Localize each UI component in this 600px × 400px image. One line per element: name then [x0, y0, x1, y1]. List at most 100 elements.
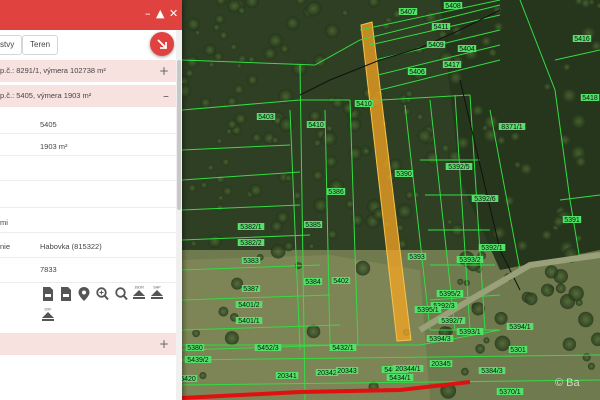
- tree-crown: [185, 55, 199, 69]
- parcel-section-8291-1[interactable]: p.č.: 8291/1, výmera 102738 m² +: [0, 60, 176, 82]
- tree-crown: [249, 183, 263, 197]
- parcel-number-label[interactable]: 5410: [356, 101, 372, 108]
- parcel-number-label[interactable]: 5387: [243, 286, 259, 293]
- parcel-number-label[interactable]: 5402: [333, 278, 349, 285]
- tree-crown: [587, 362, 596, 370]
- parcel-number-label[interactable]: 20343: [337, 368, 357, 375]
- parcel-number-label[interactable]: 5410: [308, 122, 324, 129]
- parcel-number-label[interactable]: 5432/1: [332, 345, 354, 352]
- tree-crown: [313, 54, 327, 69]
- tree-crown: [231, 277, 244, 290]
- shp-export-icon: SHP: [151, 286, 163, 299]
- parcel-number-label[interactable]: 5382/1: [240, 224, 262, 231]
- parcel-number-label[interactable]: 5439/2: [187, 357, 209, 364]
- tree-crown: [575, 299, 583, 306]
- parcel-number-label[interactable]: 8371/1: [501, 124, 523, 131]
- parcel-number-label[interactable]: 5383: [243, 258, 259, 265]
- detail-row: 5405: [0, 110, 176, 134]
- minimize-button[interactable]: –: [145, 8, 151, 20]
- parcel-number-label[interactable]: 5416: [574, 36, 590, 43]
- tab-vlastnictvo[interactable]: stvy: [0, 35, 23, 55]
- tree-crown: [192, 329, 201, 338]
- parcel-number-label[interactable]: 5409: [428, 42, 444, 49]
- expand-icon[interactable]: +: [159, 60, 169, 82]
- parcel-number-label[interactable]: 5434/1: [389, 375, 411, 382]
- expand-icon[interactable]: +: [159, 333, 169, 355]
- parcel-number-label[interactable]: 5403: [258, 114, 274, 121]
- section-label: p.č.: 5405, výmera 1903 m²: [0, 91, 92, 100]
- parcel-number-label[interactable]: 5386: [328, 189, 344, 196]
- parcel-number-label[interactable]: 5370/1: [499, 389, 521, 396]
- parcel-number-label[interactable]: 20342: [317, 370, 337, 377]
- tree-crown: [305, 0, 322, 17]
- pdf-document-icon: [61, 287, 71, 301]
- export-dxf-button[interactable]: DXF: [41, 307, 55, 328]
- tree-crown: [492, 226, 506, 241]
- tree-crown: [555, 283, 566, 294]
- parcel-number-label[interactable]: 5394/1: [509, 324, 531, 331]
- parcel-number-label[interactable]: 5392/7: [441, 318, 463, 325]
- parcel-number-label[interactable]: 5301: [510, 347, 526, 354]
- tree-crown: [263, 47, 277, 61]
- collapsed-section[interactable]: +: [0, 333, 176, 355]
- parcel-number-label[interactable]: 5393/1: [459, 329, 481, 336]
- parcel-section-5405[interactable]: p.č.: 5405, výmera 1903 m² –: [0, 85, 176, 107]
- parcel-number-label[interactable]: 20341: [277, 373, 297, 380]
- parcel-number-label[interactable]: 5393: [409, 254, 425, 261]
- parcel-number-label[interactable]: 5401/1: [238, 318, 260, 325]
- parcel-number-label[interactable]: 5392/6: [474, 196, 496, 203]
- tree-crown: [451, 25, 463, 37]
- parcel-number-label[interactable]: 5392/1: [481, 245, 503, 252]
- locate-button[interactable]: [78, 287, 90, 306]
- parcel-number-label[interactable]: 5382/2: [240, 240, 262, 247]
- tree-crown: [446, 218, 453, 225]
- parcel-number-label[interactable]: 5418: [582, 95, 598, 102]
- collapse-icon[interactable]: –: [163, 85, 169, 107]
- tree-crown: [578, 311, 594, 328]
- parcel-number-label[interactable]: 5408: [445, 3, 461, 10]
- parcel-number-label[interactable]: 5395/2: [439, 291, 461, 298]
- tree-crown: [396, 203, 413, 219]
- tree-crown: [283, 240, 294, 252]
- detail-row: mi: [0, 207, 176, 233]
- parcel-number-label[interactable]: 5394/3: [429, 336, 451, 343]
- parcel-number-label[interactable]: 5380: [187, 345, 203, 352]
- parcel-number-label[interactable]: 5417: [444, 62, 460, 69]
- tree-crown: [224, 331, 239, 346]
- parcel-number-label[interactable]: 5393/2: [459, 257, 481, 264]
- parcel-number-label[interactable]: 5391: [564, 217, 580, 224]
- export-shp-button[interactable]: SHP: [150, 285, 164, 306]
- parcel-number-label[interactable]: 5406: [409, 69, 425, 76]
- tree-crown: [217, 194, 224, 201]
- location-pin-icon: [78, 287, 90, 301]
- pdf-document-button[interactable]: [42, 287, 54, 306]
- parcel-number-label[interactable]: 5404: [459, 46, 475, 53]
- parcel-number-label[interactable]: 5395/1: [417, 307, 439, 314]
- search-button[interactable]: [115, 287, 128, 306]
- parcel-number-label[interactable]: 5384: [305, 279, 321, 286]
- pdf-report-button[interactable]: [60, 287, 72, 306]
- parcel-number-label[interactable]: 5390: [396, 171, 412, 178]
- parcel-number-label[interactable]: 5384/3: [481, 368, 503, 375]
- parcel-number-label[interactable]: 20345: [431, 361, 451, 368]
- parcel-number-label[interactable]: 5401/2: [238, 302, 260, 309]
- parcel-number-label[interactable]: 5452/3: [257, 345, 279, 352]
- tree-crown: [404, 96, 413, 104]
- tree-crown: [190, 239, 198, 248]
- export-json-button[interactable]: JSON: [132, 285, 146, 306]
- panel-scrollbar-thumb[interactable]: [177, 60, 181, 210]
- zoom-to-parcel-button[interactable]: [96, 287, 109, 306]
- parcel-number-label[interactable]: 5392/5: [448, 164, 470, 171]
- tab-teren[interactable]: Teren: [22, 35, 59, 55]
- tree-crown: [543, 83, 551, 91]
- parcel-number-label[interactable]: 20344/1: [395, 366, 420, 373]
- parcel-number-label[interactable]: 5407: [400, 9, 416, 16]
- collapse-button[interactable]: ▲: [156, 8, 164, 20]
- parcel-number-label[interactable]: 5411: [433, 24, 448, 31]
- tree-crown: [350, 213, 364, 227]
- parcel-number-label[interactable]: 5385: [305, 222, 321, 229]
- tree-crown: [441, 143, 450, 153]
- parcel-number-label[interactable]: 5420: [180, 376, 196, 383]
- close-button[interactable]: ✕: [169, 8, 178, 20]
- collapse-arrow-button[interactable]: [150, 32, 174, 56]
